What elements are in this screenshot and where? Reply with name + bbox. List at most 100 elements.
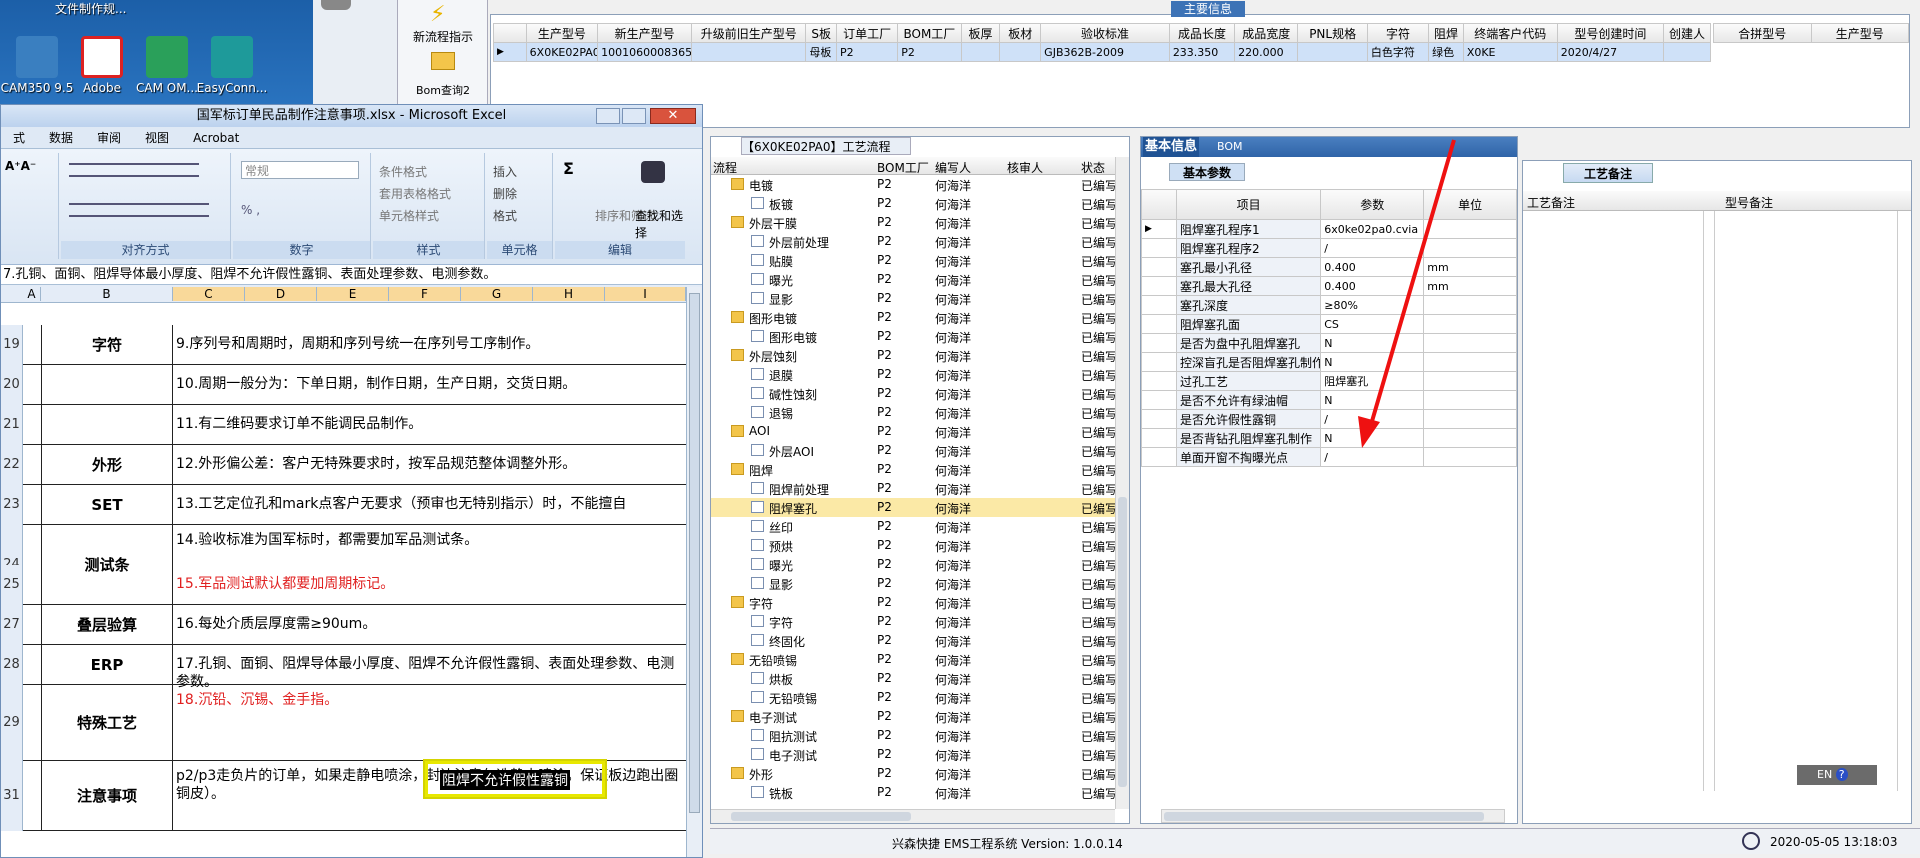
flow-step-label[interactable]: 图形电镀: [769, 329, 817, 346]
note-cell[interactable]: 16.每处介质层厚度需≥90um。: [176, 615, 681, 633]
flow-row[interactable]: 曝光 P2 何海洋 已编写: [711, 555, 1115, 574]
category-cell[interactable]: 注意事项: [41, 761, 173, 831]
flow-step-label[interactable]: 图形电镀: [749, 310, 797, 327]
flow-row[interactable]: 阻抗测试 P2 何海洋 已编写: [711, 726, 1115, 745]
flow-step-label[interactable]: 烘板: [769, 671, 793, 688]
note-cell[interactable]: 13.工艺定位孔和mark点客户无要求（预审也无特别指示）时，不能擅自: [176, 495, 681, 513]
flow-row[interactable]: 无铅喷锡 P2 何海洋 已编写: [711, 650, 1115, 669]
bp-item[interactable]: 是否允许假性露铜: [1176, 409, 1322, 429]
flow-vertical-scrollbar[interactable]: [1115, 157, 1129, 809]
flow-step-label[interactable]: 阻焊: [749, 462, 773, 479]
menu-item[interactable]: 数据: [37, 129, 85, 146]
font-size-icon[interactable]: A⁺A⁻: [5, 159, 36, 173]
scroll-thumb[interactable]: [1118, 497, 1127, 787]
category-cell[interactable]: [41, 365, 173, 405]
row-number[interactable]: 22: [1, 445, 23, 485]
flow-col-header[interactable]: 核审人: [1007, 159, 1043, 176]
flow-row[interactable]: 退膜 P2 何海洋 已编写: [711, 365, 1115, 384]
main-cell[interactable]: 绿色: [1428, 42, 1464, 62]
cell-item[interactable]: 删除: [493, 183, 517, 205]
percent-icon[interactable]: % ,: [241, 203, 260, 217]
flow-row[interactable]: 外层前处理 P2 何海洋 已编写: [711, 232, 1115, 251]
flow-step-label[interactable]: 预烘: [769, 538, 793, 555]
category-cell[interactable]: 外形: [41, 445, 173, 485]
sheet-row[interactable]: 22 外形 12.外形偏公差：客户无特殊要求时，按军品规范整体调整外形。: [1, 445, 686, 485]
adobe-icon[interactable]: [81, 36, 123, 78]
flow-step-label[interactable]: 曝光: [769, 557, 793, 574]
bp-item[interactable]: 阻焊塞孔程序2: [1176, 238, 1322, 258]
language-bar[interactable]: EN ?: [1797, 765, 1877, 785]
flow-step-label[interactable]: 外层蚀刻: [749, 348, 797, 365]
flow-step-label[interactable]: 字符: [749, 595, 773, 612]
bp-item[interactable]: 是否不允许有绿油帽: [1176, 390, 1322, 410]
excel-vscrollbar[interactable]: [686, 287, 702, 857]
style-item[interactable]: 套用表格格式: [379, 183, 451, 205]
main-cell[interactable]: 6X0KE02PA0: [525, 42, 599, 62]
basic-hscrollbar[interactable]: [1161, 809, 1505, 823]
flow-indicator-button[interactable]: 新流程指示: [398, 28, 488, 45]
sheet-row[interactable]: 29 特殊工艺 18.沉铅、沉锡、金手指。: [1, 685, 686, 761]
flow-step-label[interactable]: 阻焊前处理: [769, 481, 829, 498]
flow-row[interactable]: 退锡 P2 何海洋 已编写: [711, 403, 1115, 422]
flow-row[interactable]: 碱性蚀刻 P2 何海洋 已编写: [711, 384, 1115, 403]
category-cell[interactable]: 特殊工艺: [41, 685, 173, 761]
flow-row[interactable]: 外层AOI P2 何海洋 已编写: [711, 441, 1115, 460]
main-col-header[interactable]: 阻焊: [1428, 23, 1464, 43]
style-item[interactable]: 条件格式: [379, 161, 451, 183]
note-cell[interactable]: 14.验收标准为国军标时，都需要加军品测试条。: [176, 531, 681, 549]
menu-item[interactable]: 式: [1, 129, 37, 146]
camom-icon[interactable]: [146, 36, 188, 78]
row-number[interactable]: 27: [1, 605, 23, 645]
sheet-row[interactable]: 27 叠层验算 16.每处介质层厚度需≥90um。: [1, 605, 686, 645]
flow-step-label[interactable]: AOI: [749, 424, 770, 438]
flow-row[interactable]: 阻焊塞孔 P2 何海洋 已编写: [711, 498, 1115, 517]
easyconn-icon[interactable]: [211, 36, 253, 78]
menu-item[interactable]: Acrobat: [181, 131, 251, 145]
category-cell[interactable]: 字符: [41, 325, 173, 365]
flow-row[interactable]: 预烘 P2 何海洋 已编写: [711, 536, 1115, 555]
row-number[interactable]: 19: [1, 325, 23, 365]
main-cell[interactable]: 母板: [805, 42, 837, 62]
main-cell[interactable]: 233.350: [1168, 42, 1236, 62]
main-cell[interactable]: X0KE: [1462, 42, 1558, 62]
menu-item[interactable]: 审阅: [85, 129, 133, 146]
flow-step-label[interactable]: 字符: [769, 614, 793, 631]
highlighted-text[interactable]: 阻焊不允许假性露铜: [440, 770, 570, 790]
flow-horizontal-scrollbar[interactable]: [711, 809, 1115, 823]
flow-row[interactable]: 字符 P2 何海洋 已编写: [711, 612, 1115, 631]
bp-item[interactable]: 阻焊塞孔面: [1176, 314, 1322, 334]
folder-icon[interactable]: [431, 52, 455, 70]
merge-col-header[interactable]: 合拼型号: [1713, 23, 1812, 43]
flow-row[interactable]: 图形电镀 P2 何海洋 已编写: [711, 308, 1115, 327]
tool-icon[interactable]: [321, 0, 351, 10]
flow-row[interactable]: 外层蚀刻 P2 何海洋 已编写: [711, 346, 1115, 365]
bp-item[interactable]: 塞孔最小孔径: [1176, 257, 1322, 277]
flow-row[interactable]: 烘板 P2 何海洋 已编写: [711, 669, 1115, 688]
flow-step-label[interactable]: 外形: [749, 766, 773, 783]
flow-row[interactable]: 图形电镀 P2 何海洋 已编写: [711, 327, 1115, 346]
flow-step-label[interactable]: 无铅喷锡: [769, 690, 817, 707]
flow-row[interactable]: 阻焊前处理 P2 何海洋 已编写: [711, 479, 1115, 498]
flow-step-label[interactable]: 无铅喷锡: [749, 652, 797, 669]
main-col-header[interactable]: 生产型号: [525, 23, 599, 43]
main-col-header[interactable]: BOM工厂: [897, 23, 962, 43]
main-col-header[interactable]: 升级前旧生产型号: [691, 23, 807, 43]
flow-row[interactable]: 外层干膜 P2 何海洋 已编写: [711, 213, 1115, 232]
flow-col-header[interactable]: 编写人: [935, 159, 971, 176]
maximize-button[interactable]: [622, 108, 646, 124]
note-cell[interactable]: 15.军品测试默认都要加周期标记。: [176, 575, 681, 593]
indent-icon[interactable]: [69, 203, 209, 217]
col-header[interactable]: D: [245, 287, 317, 301]
main-col-header[interactable]: 新生产型号: [597, 23, 693, 43]
flow-step-label[interactable]: 外层前处理: [769, 234, 829, 251]
flow-step-label[interactable]: 退膜: [769, 367, 793, 384]
flow-step-label[interactable]: 显影: [769, 291, 793, 308]
merge-col-header[interactable]: 生产型号: [1810, 23, 1909, 43]
main-col-header[interactable]: 验收标准: [1040, 23, 1170, 43]
flow-step-label[interactable]: 阻焊塞孔: [769, 500, 817, 517]
bp-item[interactable]: 单面开窗不掏曝光点: [1176, 447, 1322, 467]
flow-step-label[interactable]: 阻抗测试: [769, 728, 817, 745]
cell-item[interactable]: 插入: [493, 161, 517, 183]
main-cell[interactable]: [691, 42, 807, 62]
flow-step-label[interactable]: 外层AOI: [769, 443, 814, 460]
